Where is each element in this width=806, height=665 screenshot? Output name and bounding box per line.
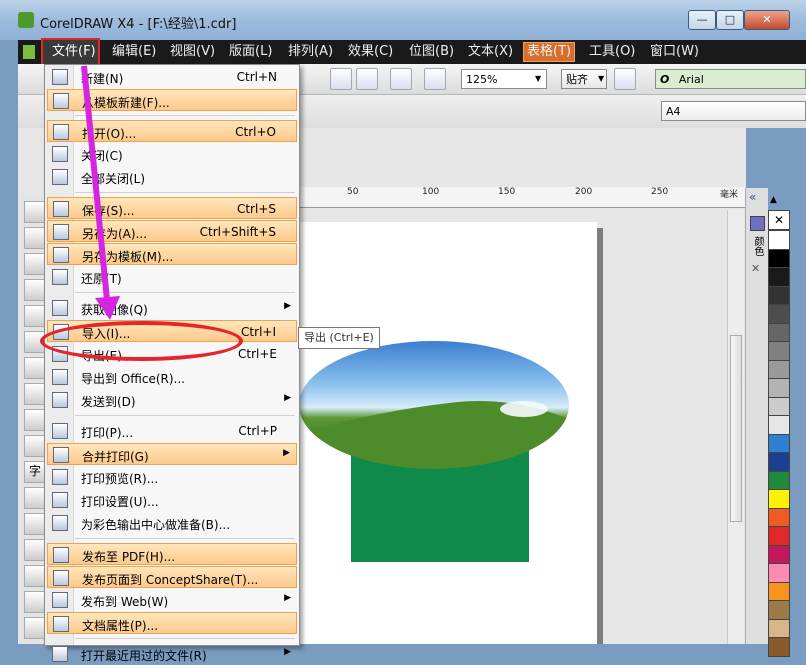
annotation-arrow (81, 65, 120, 320)
menu-item-icon (52, 646, 68, 662)
file-menu-item[interactable]: 打开最近用过的文件(R) ▶ (47, 643, 297, 665)
menu-item-label: 打开最近用过的文件(R) (81, 649, 207, 663)
submenu-arrow-icon: ▶ (284, 647, 291, 657)
